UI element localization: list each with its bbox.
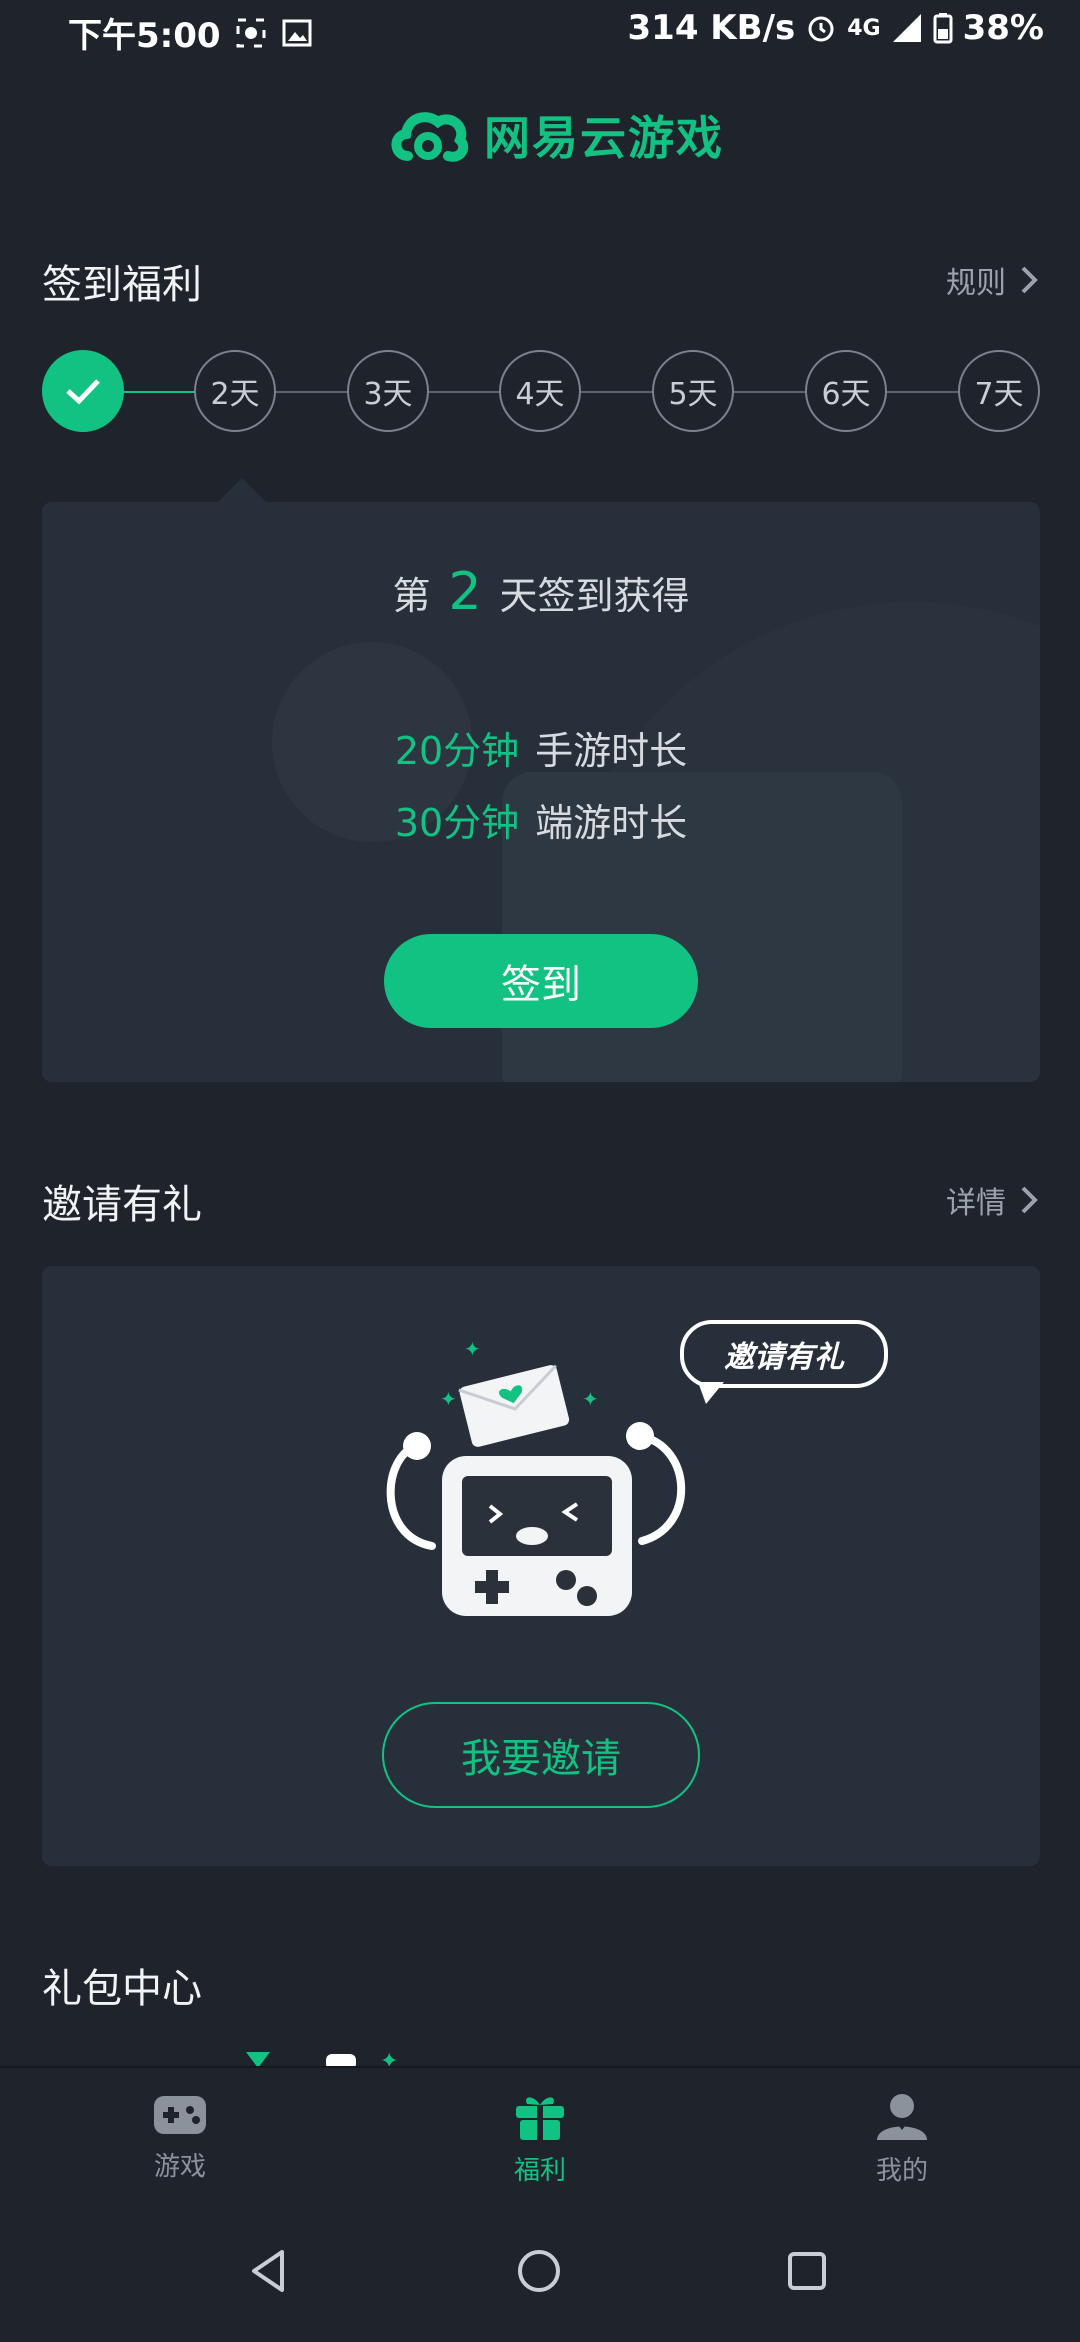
day-4: 4天 (499, 350, 581, 432)
gift-icon (516, 2097, 564, 2140)
back-icon[interactable] (248, 2248, 288, 2294)
chevron-right-icon (1021, 1186, 1038, 1214)
image-icon (282, 19, 312, 46)
reward-heading-suffix: 天签到获得 (499, 574, 690, 618)
user-icon (877, 2094, 927, 2140)
day-5: 5天 (652, 350, 734, 432)
nav-profile[interactable]: 我的 (822, 2092, 982, 2187)
signal-icon (892, 14, 921, 42)
bubble-text: 邀请有礼 (724, 1340, 844, 1375)
invite-mascot-illustration: ✦ ✦ ✦ (386, 1337, 686, 1616)
check-icon (66, 379, 100, 405)
reward-amount: 30分钟 (394, 801, 520, 845)
reward-item: 20分钟 手游时长 (42, 720, 1040, 775)
alarm-icon (808, 16, 834, 42)
nav-label: 福利 (513, 2156, 566, 2186)
app-logo: 网易云游戏 (388, 100, 724, 170)
cloud-logo-icon (391, 112, 469, 162)
network-speed: 314 KB/s (627, 8, 796, 48)
reward-amount: 20分钟 (394, 729, 520, 773)
reward-type: 端游时长 (535, 801, 688, 845)
card-pointer (218, 478, 266, 502)
checkin-button[interactable]: 签到 (384, 934, 698, 1028)
day-2: 2天 (194, 350, 276, 432)
reward-type: 手游时长 (535, 729, 688, 773)
nav-label: 我的 (875, 2156, 928, 2186)
checkin-title: 签到福利 (42, 262, 202, 308)
svg-text:✦: ✦ (440, 1387, 457, 1411)
day-1-done (42, 350, 124, 432)
recents-icon[interactable] (786, 2250, 828, 2292)
day-7: 7天 (958, 350, 1040, 432)
checkin-reward-card: 第 2 天签到获得 20分钟 手游时长 30分钟 端游时长 签到 (42, 502, 1040, 1082)
svg-text:✦: ✦ (464, 1337, 481, 1361)
bubble-tail (698, 1382, 724, 1404)
gift-center-title: 礼包中心 (42, 1966, 202, 2012)
invite-button[interactable]: 我要邀请 (382, 1702, 700, 1808)
day-6: 6天 (805, 350, 887, 432)
reward-day-number: 2 (448, 562, 482, 622)
reward-heading: 第 2 天签到获得 (42, 562, 1040, 622)
details-label: 详情 (946, 1186, 1006, 1221)
nav-label: 游戏 (153, 2152, 206, 2182)
invite-title: 邀请有礼 (42, 1182, 202, 1228)
screenshot-record-icon (236, 18, 266, 47)
reward-heading-prefix: 第 (392, 574, 431, 618)
chevron-right-icon (1021, 266, 1038, 294)
checkin-days: 2天 3天 4天 5天 6天 7天 (42, 350, 1040, 434)
status-bar: 下午5:00 314 KB/s 4G 38% (0, 0, 1080, 60)
svg-text:✦: ✦ (582, 1387, 599, 1411)
network-type: 4G (847, 15, 881, 41)
rules-link[interactable]: 规则 (946, 258, 1038, 302)
invite-card: ✦ ✦ ✦ 邀请有礼 我要邀请 (42, 1266, 1040, 1866)
rules-label: 规则 (946, 266, 1006, 301)
battery-percent: 38% (962, 8, 1044, 48)
battery-icon (933, 13, 953, 44)
day-3: 3天 (347, 350, 429, 432)
home-icon[interactable] (516, 2248, 562, 2294)
reward-item: 30分钟 端游时长 (42, 792, 1040, 847)
gamepad-icon (154, 2096, 206, 2134)
invite-speech-bubble: 邀请有礼 (680, 1320, 888, 1388)
nav-games[interactable]: 游戏 (100, 2092, 260, 2183)
system-nav-bar (0, 2236, 1080, 2316)
details-link[interactable]: 详情 (946, 1178, 1038, 1222)
status-time: 下午5:00 (68, 16, 221, 56)
logo-text: 网易云游戏 (484, 111, 724, 165)
nav-welfare[interactable]: 福利 (460, 2092, 620, 2187)
